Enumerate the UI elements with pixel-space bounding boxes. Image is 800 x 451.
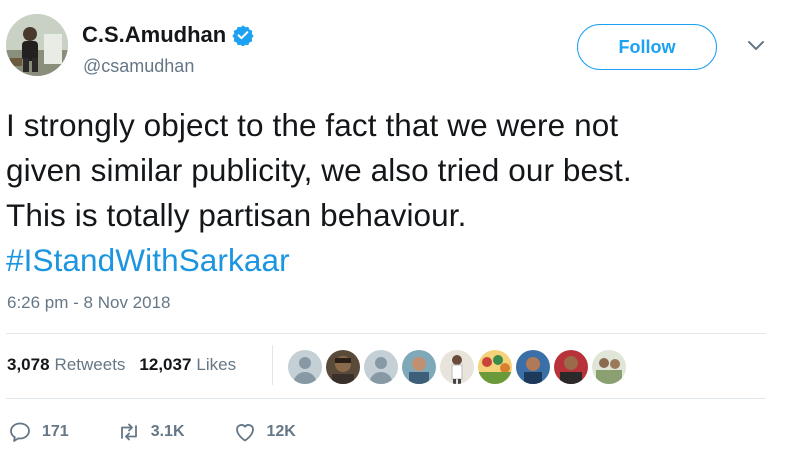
profile-photo-icon xyxy=(478,350,512,384)
tweet-line: I strongly object to the fact that we we… xyxy=(6,107,619,143)
reply-button[interactable]: 171 xyxy=(8,420,69,444)
engagement-stats: 3,078 Retweets 12,037 Likes xyxy=(7,355,236,375)
liker-avatar[interactable] xyxy=(552,348,590,386)
liker-avatar[interactable] xyxy=(324,348,362,386)
tweet-card: C.S.Amudhan @csamudhan Follow I strongly… xyxy=(0,0,800,451)
like-button[interactable]: 12K xyxy=(233,420,296,444)
hashtag-link[interactable]: #IStandWithSarkaar xyxy=(6,238,796,283)
default-avatar-icon xyxy=(364,350,398,384)
divider xyxy=(6,333,766,334)
author-display-name: C.S.Amudhan xyxy=(82,22,227,47)
author-avatar[interactable] xyxy=(6,14,68,76)
author-handle[interactable]: @csamudhan xyxy=(83,56,194,77)
liker-avatar[interactable] xyxy=(438,348,476,386)
stats-divider xyxy=(272,345,273,385)
retweet-icon xyxy=(120,423,137,441)
likes-stat[interactable]: 12,037 Likes xyxy=(139,355,236,375)
profile-photo-icon xyxy=(6,14,68,76)
tweet-line: This is totally partisan behaviour. xyxy=(6,197,467,233)
retweets-label: Retweets xyxy=(54,355,126,374)
liker-avatar[interactable] xyxy=(362,348,400,386)
liker-avatar[interactable] xyxy=(514,348,552,386)
like-count: 12K xyxy=(266,423,296,440)
likes-count: 12,037 xyxy=(139,355,192,374)
follow-button[interactable]: Follow xyxy=(577,24,717,70)
tweet-text: I strongly object to the fact that we we… xyxy=(6,103,796,283)
liker-avatar[interactable] xyxy=(590,348,628,386)
profile-photo-icon xyxy=(592,350,626,384)
likes-label: Likes xyxy=(196,355,237,374)
tweet-line: given similar publicity, we also tried o… xyxy=(6,152,632,188)
profile-photo-icon xyxy=(554,350,588,384)
heart-icon xyxy=(235,424,254,442)
liker-avatar[interactable] xyxy=(400,348,438,386)
retweets-count: 3,078 xyxy=(7,355,50,374)
divider xyxy=(6,398,766,399)
chevron-down-icon[interactable] xyxy=(746,38,766,54)
profile-photo-icon xyxy=(516,350,550,384)
retweet-button[interactable]: 3.1K xyxy=(117,420,185,444)
liker-avatar[interactable] xyxy=(286,348,324,386)
reply-icon xyxy=(10,422,30,442)
verified-badge-icon xyxy=(232,25,254,46)
liker-avatar[interactable] xyxy=(476,348,514,386)
reply-count: 171 xyxy=(42,423,69,440)
profile-photo-icon xyxy=(440,350,474,384)
retweet-count: 3.1K xyxy=(150,423,185,440)
author-name[interactable]: C.S.Amudhan xyxy=(82,22,254,48)
tweet-actions: 171 3.1K 12K xyxy=(8,420,344,444)
profile-photo-icon xyxy=(326,350,360,384)
default-avatar-icon xyxy=(288,350,322,384)
profile-photo-icon xyxy=(402,350,436,384)
retweets-stat[interactable]: 3,078 Retweets xyxy=(7,355,125,375)
tweet-timestamp[interactable]: 6:26 pm - 8 Nov 2018 xyxy=(7,293,170,313)
